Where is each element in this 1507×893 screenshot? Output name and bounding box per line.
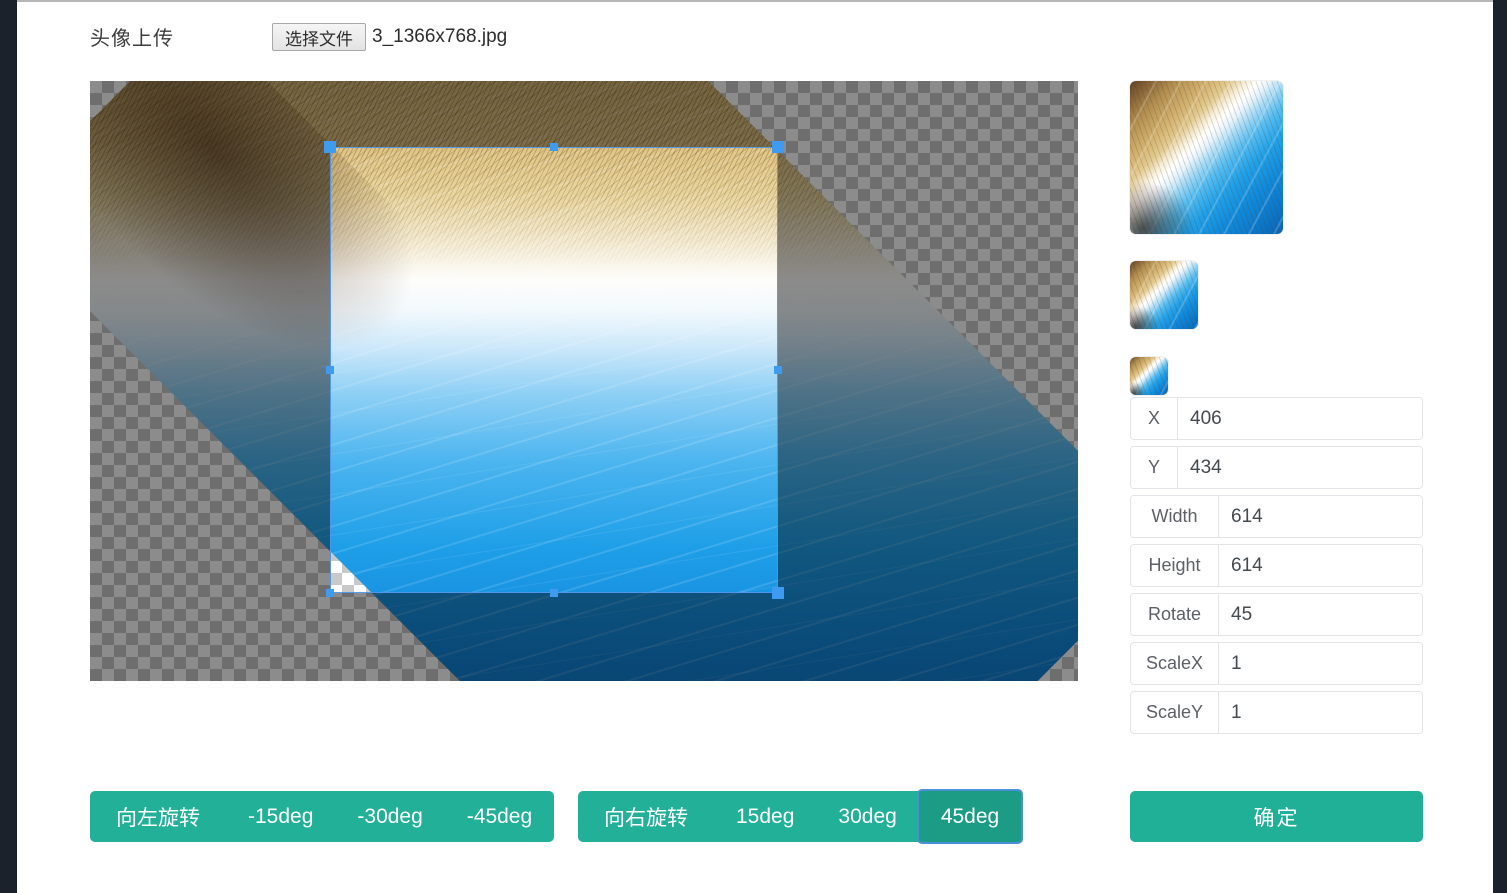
crop-shade-left	[90, 147, 330, 593]
field-width-label: Width	[1131, 496, 1219, 537]
rotate-left-30[interactable]: -30deg	[335, 791, 445, 842]
upload-header: 头像上传 选择文件 3_1366x768.jpg	[18, 2, 1493, 68]
field-scalex-label: ScaleX	[1131, 643, 1219, 684]
field-height-label: Height	[1131, 545, 1219, 586]
crop-handle-se[interactable]	[772, 587, 784, 599]
field-x-input[interactable]	[1178, 398, 1422, 439]
rule-of-thirds-grid	[330, 147, 778, 593]
field-scalex[interactable]: ScaleX	[1130, 642, 1423, 685]
rotate-right-15[interactable]: 15deg	[714, 791, 817, 842]
field-width-input[interactable]	[1219, 496, 1422, 537]
field-y[interactable]: Y px	[1130, 446, 1423, 489]
crop-shade-top	[90, 81, 1078, 147]
file-input[interactable]: 选择文件 3_1366x768.jpg	[272, 22, 507, 52]
crop-data-fields: X px Y px Width px Height px Rotate deg …	[1130, 397, 1423, 740]
crop-handle-n[interactable]	[550, 143, 558, 151]
choose-file-button[interactable]: 选择文件	[272, 23, 366, 51]
field-x[interactable]: X px	[1130, 397, 1423, 440]
field-y-input[interactable]	[1178, 447, 1422, 488]
field-height-input[interactable]	[1219, 545, 1422, 586]
preview-medium	[1130, 261, 1198, 329]
crop-shade-right	[778, 147, 1078, 593]
rotate-left-45[interactable]: -45deg	[444, 791, 555, 842]
selected-file-name: 3_1366x768.jpg	[372, 26, 508, 47]
field-scaley-input[interactable]	[1219, 692, 1422, 733]
rotate-left-button-group: 向左旋转 -15deg -30deg -45deg	[90, 791, 555, 842]
rotate-right-30[interactable]: 30deg	[816, 791, 919, 842]
right-sidebar-rail	[1493, 0, 1507, 893]
avatar-upload-page: 头像上传 选择文件 3_1366x768.jpg X 406 Y 434 Wid…	[0, 0, 1507, 893]
rotate-right-45[interactable]: 45deg	[918, 791, 1022, 842]
preview-large	[1130, 81, 1283, 234]
left-sidebar-rail	[0, 0, 17, 893]
top-divider	[17, 0, 1493, 2]
image-cropper-canvas[interactable]	[90, 81, 1078, 681]
field-y-label: Y	[1131, 447, 1178, 488]
confirm-button[interactable]: 确定	[1130, 791, 1423, 842]
crop-handle-sw[interactable]	[326, 589, 334, 597]
field-rotate[interactable]: Rotate deg	[1130, 593, 1423, 636]
rotate-left-title: 向左旋转	[90, 791, 226, 842]
crop-selection-box[interactable]	[324, 141, 784, 599]
page-title: 头像上传	[90, 28, 174, 50]
field-height[interactable]: Height px	[1130, 544, 1423, 587]
crop-handle-e[interactable]	[774, 366, 782, 374]
field-scaley[interactable]: ScaleY	[1130, 691, 1423, 734]
field-x-label: X	[1131, 398, 1178, 439]
rotate-left-15[interactable]: -15deg	[226, 791, 336, 842]
field-rotate-label: Rotate	[1131, 594, 1219, 635]
crop-handle-nw[interactable]	[324, 141, 336, 153]
rotate-right-title: 向右旋转	[578, 791, 714, 842]
crop-handle-ne[interactable]	[772, 141, 784, 153]
preview-small	[1130, 357, 1168, 395]
field-scalex-input[interactable]	[1219, 643, 1422, 684]
crop-handle-w[interactable]	[326, 366, 334, 374]
field-scaley-label: ScaleY	[1131, 692, 1219, 733]
rotate-right-button-group: 向右旋转 15deg 30deg 45deg	[578, 791, 1022, 842]
field-rotate-input[interactable]	[1219, 594, 1422, 635]
crop-handle-s[interactable]	[550, 589, 558, 597]
crop-shade-bottom	[90, 593, 1078, 681]
field-width[interactable]: Width px	[1130, 495, 1423, 538]
